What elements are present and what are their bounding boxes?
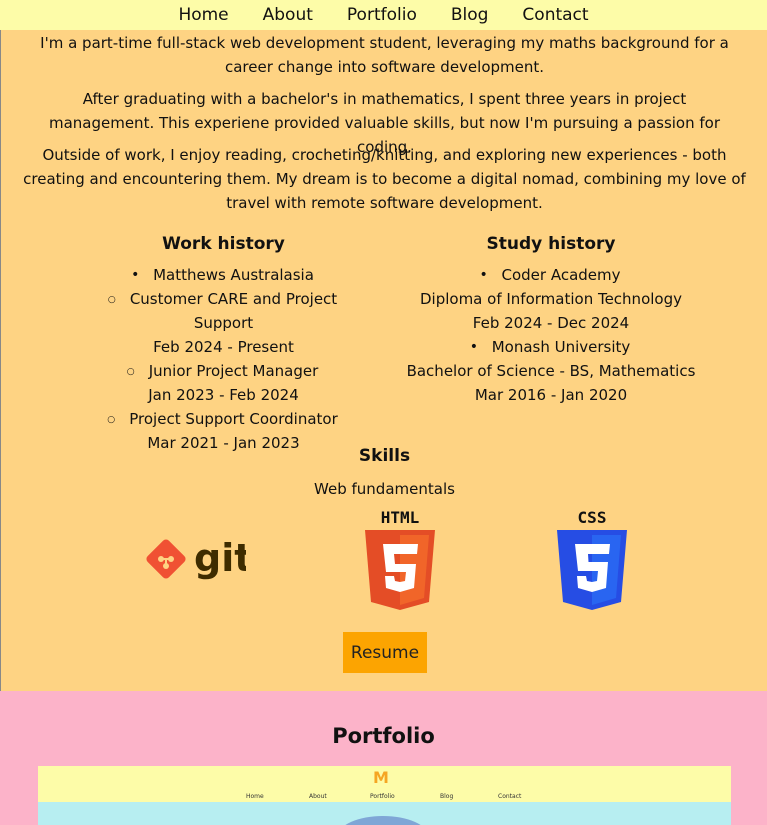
preview-logo-icon: M xyxy=(373,768,389,787)
study-item-1-degree: Diploma of Information Technology xyxy=(419,290,682,308)
work-role-2: Junior Project Manager xyxy=(86,359,361,383)
work-role-3-title: Project Support Coordinator xyxy=(129,410,338,428)
study-item-2-degree: Bachelor of Science - BS, Mathematics xyxy=(406,362,696,380)
study-item-1-school: Coder Academy xyxy=(501,266,620,284)
study-item-1: Coder Academy xyxy=(406,263,696,287)
about-paragraph-3: Outside of work, I enjoy reading, croche… xyxy=(23,146,746,212)
git-logo-text: git xyxy=(194,537,246,580)
preview-nav: M Home About Portfolio Blog Contact xyxy=(38,766,731,802)
nav-home-link[interactable]: Home xyxy=(178,5,228,25)
nav-portfolio-link[interactable]: Portfolio xyxy=(347,5,417,25)
nav-about-link[interactable]: About xyxy=(263,5,313,25)
css3-logo-icon: CSS xyxy=(555,508,629,614)
about-paragraph-1: I'm a part-time full-stack web developme… xyxy=(40,34,729,76)
work-role-3: Project Support Coordinator xyxy=(86,407,361,431)
work-employer: Matthews Australasia xyxy=(86,263,361,287)
html5-logo-icon: HTML xyxy=(363,508,437,614)
portfolio-title: Portfolio xyxy=(332,724,435,748)
work-employer-label: Matthews Australasia xyxy=(153,266,314,284)
preview-nav-contact: Contact xyxy=(498,793,522,800)
git-logo-icon: git xyxy=(144,536,252,585)
study-history: Study history Coder Academy Diploma of I… xyxy=(406,231,696,407)
work-role-2-title: Junior Project Manager xyxy=(149,362,319,380)
skills-section: Skills Web fundamentals xyxy=(1,443,767,501)
study-item-1-dates: Feb 2024 - Dec 2024 xyxy=(472,314,630,332)
work-role-1: Customer CARE and Project Support xyxy=(86,287,361,335)
study-item-2: Monash University xyxy=(406,335,696,359)
preview-nav-portfolio: Portfolio xyxy=(370,793,395,800)
nav-contact-link[interactable]: Contact xyxy=(522,5,588,25)
preview-avatar xyxy=(338,816,428,825)
skills-subtitle: Web fundamentals xyxy=(314,480,455,498)
study-item-2-dates: Mar 2016 - Jan 2020 xyxy=(474,386,628,404)
work-history: Work history Matthews Australasia Custom… xyxy=(86,231,361,455)
skills-title: Skills xyxy=(358,446,411,466)
work-history-title: Work history xyxy=(162,234,285,254)
study-history-title: Study history xyxy=(486,234,616,254)
work-role-1-dates: Feb 2024 - Present xyxy=(153,338,294,356)
html5-logo-text: HTML xyxy=(381,508,420,527)
portfolio-preview-image[interactable]: M Home About Portfolio Blog Contact xyxy=(38,766,731,825)
top-nav: Home About Portfolio Blog Contact xyxy=(0,0,767,30)
nav-blog-link[interactable]: Blog xyxy=(451,5,489,25)
preview-nav-about: About xyxy=(309,793,327,800)
study-item-2-school: Monash University xyxy=(492,338,631,356)
work-role-2-dates: Jan 2023 - Feb 2024 xyxy=(148,386,299,404)
portfolio-section: Portfolio M Home About Portfolio Blog Co… xyxy=(0,691,767,825)
preview-nav-home: Home xyxy=(246,793,264,800)
about-section: I'm a part-time full-stack web developme… xyxy=(0,30,767,691)
resume-button[interactable]: Resume xyxy=(343,632,427,673)
preview-nav-blog: Blog xyxy=(440,793,454,800)
work-role-1-title: Customer CARE and Project Support xyxy=(130,290,337,332)
css3-logo-text: CSS xyxy=(578,508,607,527)
